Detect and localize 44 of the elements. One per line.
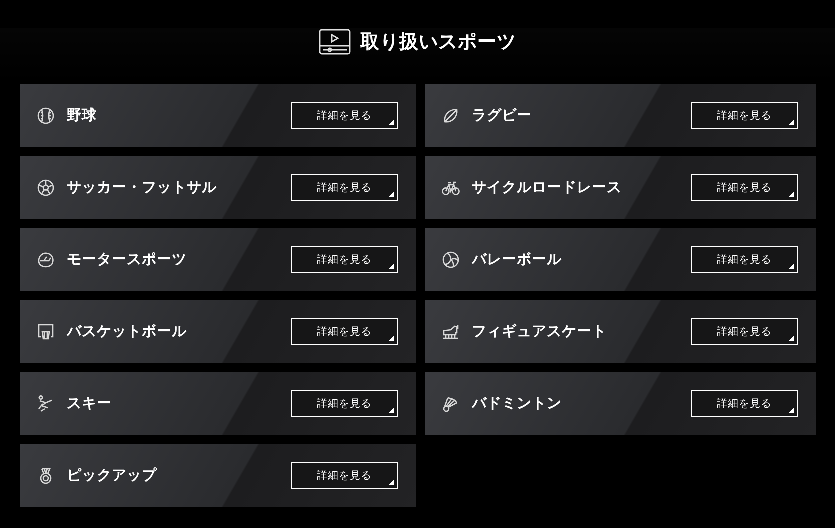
details-button[interactable]: 詳細を見る (691, 390, 798, 417)
details-button[interactable]: 詳細を見る (291, 246, 398, 273)
details-button[interactable]: 詳細を見る (291, 390, 398, 417)
sport-name: ピックアップ (67, 466, 158, 485)
corner-triangle-icon (789, 120, 794, 125)
corner-triangle-icon (389, 336, 394, 341)
video-icon (318, 29, 350, 55)
rugby-ball-icon (442, 106, 460, 124)
basketball-hoop-icon (37, 322, 55, 340)
details-button[interactable]: 詳細を見る (291, 174, 398, 201)
sport-name: サッカー・フットサル (67, 179, 218, 197)
details-button[interactable]: 詳細を見る (691, 318, 798, 345)
corner-triangle-icon (389, 120, 394, 125)
section-title: 取り扱いスポーツ (360, 30, 516, 55)
sport-name: 野球 (67, 106, 98, 125)
details-button[interactable]: 詳細を見る (291, 102, 398, 129)
skier-icon (37, 394, 55, 412)
corner-triangle-icon (789, 264, 794, 269)
corner-triangle-icon (789, 192, 794, 197)
sport-name: バドミントン (472, 395, 563, 413)
sport-name: ラグビー (472, 107, 533, 125)
volleyball-icon (442, 250, 460, 268)
details-button[interactable]: 詳細を見る (291, 318, 398, 345)
details-button[interactable]: 詳細を見る (291, 462, 398, 489)
sport-name: サイクルロードレース (472, 179, 623, 197)
shuttlecock-icon (442, 394, 460, 412)
sport-name: バスケットボール (67, 323, 188, 341)
sport-name: フィギュアスケート (472, 323, 608, 341)
sport-name: モータースポーツ (67, 251, 188, 269)
sport-name: バレーボール (472, 251, 563, 269)
soccer-ball-icon (37, 178, 55, 196)
details-button[interactable]: 詳細を見る (691, 246, 798, 273)
details-button[interactable]: 詳細を見る (691, 102, 798, 129)
corner-triangle-icon (389, 408, 394, 413)
baseball-icon (37, 106, 55, 124)
sport-name: スキー (67, 395, 113, 413)
corner-triangle-icon (389, 480, 394, 485)
details-button[interactable]: 詳細を見る (691, 174, 798, 201)
corner-triangle-icon (389, 192, 394, 197)
corner-triangle-icon (789, 408, 794, 413)
corner-triangle-icon (389, 264, 394, 269)
helmet-icon (37, 250, 55, 268)
skate-icon (442, 322, 460, 340)
corner-triangle-icon (789, 336, 794, 341)
